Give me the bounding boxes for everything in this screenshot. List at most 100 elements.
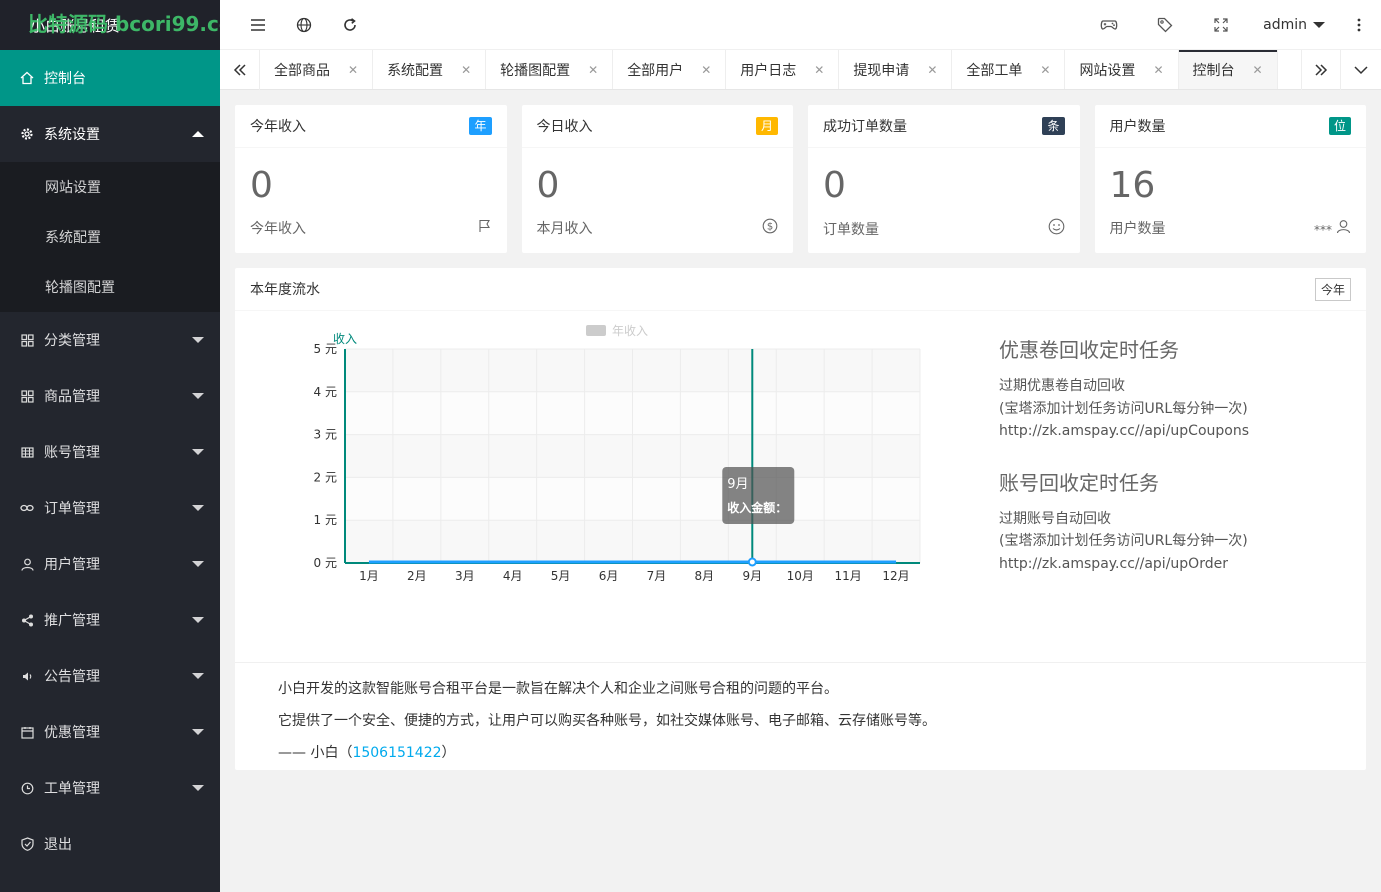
system-submenu: 网站设置 系统配置 轮播图配置: [0, 162, 220, 312]
qq-link[interactable]: 1506151422: [352, 745, 441, 761]
card-value: 0: [536, 165, 560, 206]
tabs-dropdown-icon[interactable]: [1341, 50, 1381, 90]
fullscreen-icon[interactable]: [1193, 0, 1249, 50]
tab-item[interactable]: 网站设置 ✕: [1065, 50, 1179, 89]
card-value: 16: [1109, 165, 1156, 206]
task-line: 过期优惠卷自动回收: [999, 378, 1125, 394]
legend-swatch: [586, 325, 606, 336]
tab-item[interactable]: 控制台 ✕: [1178, 50, 1278, 89]
chevron-down-icon: [192, 729, 204, 735]
sidebar-item-promotion[interactable]: 推广管理: [0, 592, 220, 648]
chevron-down-icon: [192, 673, 204, 679]
x-tick-label: 4月: [503, 569, 523, 583]
tab-label: 用户日志: [740, 63, 797, 79]
sidebar-item-announcements[interactable]: 公告管理: [0, 648, 220, 704]
tabs-scroll-right-icon[interactable]: [1301, 50, 1341, 90]
task-line: 过期账号自动回收: [999, 510, 1111, 527]
grid-icon: [20, 333, 34, 347]
sidebar-item-tickets[interactable]: 工单管理: [0, 760, 220, 816]
user-menu[interactable]: admin: [1249, 17, 1337, 33]
tab-item[interactable]: 系统配置 ✕: [373, 50, 487, 89]
logo[interactable]: 小白账号租赁 比特源码 bcori99.com 实测分享: [0, 0, 340, 50]
user-name: admin: [1263, 17, 1307, 33]
theme-palette-icon[interactable]: [1081, 0, 1137, 50]
tab-label: 控制台: [1192, 63, 1235, 79]
shield-check-icon: [20, 837, 34, 851]
sidebar-item-products[interactable]: 商品管理: [0, 368, 220, 424]
tab-close-icon[interactable]: ✕: [348, 63, 358, 77]
yearly-flow-panel: 本年度流水 今年 0 元1 元2 元3 元4 元5 元收入 1月 2月 3月 4月 5月 6…: [235, 268, 1366, 770]
tab-label: 网站设置: [1079, 63, 1136, 79]
y-tick-label: 0 元: [314, 556, 337, 570]
grid-icon: [20, 389, 34, 403]
y-axis-label: 收入: [333, 332, 357, 346]
card-title: 今年收入: [250, 119, 306, 135]
stat-card-orders: 成功订单数量 条 0 订单数量: [808, 105, 1080, 253]
card-badge: 条: [1042, 117, 1065, 135]
x-tick-label: 12月: [882, 569, 909, 583]
tab-close-icon[interactable]: ✕: [1040, 63, 1050, 77]
tag-icon[interactable]: [1137, 0, 1193, 50]
sidebar-item-logout[interactable]: 退出: [0, 816, 220, 872]
sidebar-item-label: 公告管理: [44, 669, 100, 685]
x-tick-label: 9月: [742, 569, 762, 583]
home-icon: [20, 71, 34, 85]
sidebar-item-category[interactable]: 分类管理: [0, 312, 220, 368]
tab-close-icon[interactable]: ✕: [927, 63, 937, 77]
tab-item[interactable]: 轮播图配置 ✕: [486, 50, 614, 89]
more-vertical-icon[interactable]: [1337, 0, 1381, 50]
sidebar-subitem-carousel[interactable]: 轮播图配置: [0, 262, 220, 312]
chevron-down-icon: [192, 449, 204, 455]
tab-item[interactable]: 全部商品 ✕: [260, 50, 374, 89]
tab-close-icon[interactable]: ✕: [814, 63, 824, 77]
y-tick-label: 1 元: [314, 513, 337, 527]
about-quote: 小白开发的这款智能账号合租平台是一款旨在解决个人和企业之间账号合租的问题的平台。…: [235, 662, 1366, 769]
task-line: (宝塔添加计划任务访问URL每分钟一次): [999, 400, 1248, 417]
tab-label: 全部商品: [274, 63, 330, 79]
stat-cards: 今年收入 年 0 今年收入 今日收入 月 0 本月收入 $ 成功订单数量 条 0 订单…: [235, 105, 1366, 253]
sidebar-item-coupons[interactable]: 优惠管理: [0, 704, 220, 760]
stat-card-year-income: 今年收入 年 0 今年收入: [235, 105, 507, 253]
svg-text:$: $: [767, 222, 773, 233]
tabs-scroll-left-icon[interactable]: [220, 50, 260, 90]
sidebar-subitem-config[interactable]: 系统配置: [0, 212, 220, 262]
sidebar-subitem-website[interactable]: 网站设置: [0, 162, 220, 212]
sidebar: 小白账号租赁 比特源码 bcori99.com 实测分享 控制台 系统设置 网站…: [0, 0, 340, 892]
users-icon: ***: [1314, 219, 1351, 238]
globe-icon[interactable]: [294, 15, 314, 35]
main-content: 今年收入 年 0 今年收入 今日收入 月 0 本月收入 $ 成功订单数量 条 0 订单…: [220, 90, 1381, 892]
sidebar-item-dashboard[interactable]: 控制台: [0, 50, 220, 106]
x-tick-label: 3月: [455, 569, 475, 583]
quote-line: 它提供了一个安全、便捷的方式，让用户可以购买各种账号，如社交媒体账号、电子邮箱、…: [278, 713, 936, 729]
sidebar-item-system[interactable]: 系统设置: [0, 106, 220, 162]
refresh-icon[interactable]: [340, 15, 360, 35]
sidebar-item-users[interactable]: 用户管理: [0, 536, 220, 592]
task-url: http://zk.amspay.cc//api/upOrder: [999, 555, 1228, 572]
year-filter-button[interactable]: 今年: [1314, 277, 1351, 301]
tab-item[interactable]: 提现申请 ✕: [839, 50, 953, 89]
sidebar-item-orders[interactable]: 订单管理: [0, 480, 220, 536]
tab-item[interactable]: 全部用户 ✕: [613, 50, 727, 89]
tab-close-icon[interactable]: ✕: [461, 63, 471, 77]
card-badge: 月: [755, 117, 778, 135]
stat-card-users: 用户数量 位 16 用户数量 ***: [1094, 105, 1366, 253]
author-prefix: —— 小白（: [278, 745, 353, 761]
tab-item[interactable]: 全部工单 ✕: [952, 50, 1066, 89]
task-coupons: 优惠卷回收定时任务 过期优惠卷自动回收 (宝塔添加计划任务访问URL每分钟一次)…: [999, 334, 1359, 443]
card-subtitle: 用户数量: [1109, 221, 1166, 237]
chevron-down-icon: [192, 561, 204, 567]
tab-close-icon[interactable]: ✕: [588, 63, 598, 77]
card-value: 0: [250, 165, 273, 206]
tab-item[interactable]: 用户日志 ✕: [726, 50, 840, 89]
tab-close-icon[interactable]: ✕: [701, 63, 711, 77]
card-value: 0: [823, 165, 846, 206]
tab-close-icon[interactable]: ✕: [1253, 63, 1263, 77]
tab-close-icon[interactable]: ✕: [1153, 63, 1163, 77]
flag-icon: [478, 219, 492, 237]
sidebar-item-accounts[interactable]: 账号管理: [0, 424, 220, 480]
card-title: 用户数量: [1109, 119, 1166, 135]
stat-card-today-income: 今日收入 月 0 本月收入 $: [521, 105, 793, 253]
menu-toggle-icon[interactable]: [248, 15, 268, 35]
tab-list: 全部商品 ✕ 系统配置 ✕ 轮播图配置 ✕ 全部用户 ✕ 用户日志 ✕ 提现申请 ✕ 全部工单 ✕ 网站设置…: [260, 50, 1301, 89]
card-title: 成功订单数量: [823, 119, 907, 135]
